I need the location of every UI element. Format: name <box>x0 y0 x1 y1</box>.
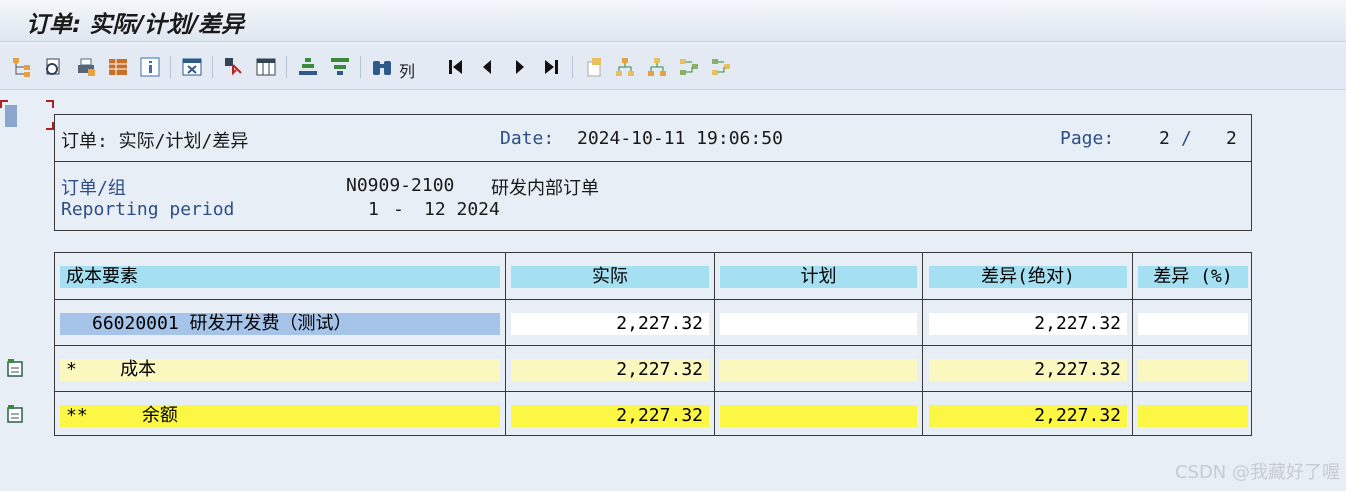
plan-cell[interactable] <box>720 313 917 335</box>
order-info: 订单/组 N0909-2100 研发内部订单 Reporting period … <box>54 161 1252 231</box>
period-dash: - <box>393 199 404 220</box>
col-header-variance-abs[interactable]: 差异(绝对) <box>929 266 1127 288</box>
cost-table: 成本要素 实际 计划 差异(绝对) 差异 (%) 66020001 研发开发费（… <box>54 252 1252 436</box>
page-separator: / <box>1181 128 1192 149</box>
sort-asc-icon[interactable] <box>296 55 320 79</box>
toolbar: 列 <box>0 44 1346 90</box>
cost-element-cell[interactable]: ** 余额 <box>60 405 500 427</box>
table-header-row: 成本要素 实际 计划 差异(绝对) 差异 (%) <box>55 253 1251 299</box>
last-page-icon[interactable] <box>539 55 563 79</box>
plan-cell[interactable] <box>720 359 917 381</box>
report-icon[interactable] <box>42 55 66 79</box>
variance-abs-cell[interactable]: 2,227.32 <box>929 405 1127 427</box>
binoculars-icon[interactable] <box>370 55 394 79</box>
toolbar-separator <box>360 56 361 78</box>
title-bar: 订单: 实际/计划/差异 <box>0 0 1346 42</box>
toolbar-separator <box>170 56 171 78</box>
toolbar-separator <box>212 56 213 78</box>
col-header-cost-element[interactable]: 成本要素 <box>60 266 500 288</box>
tree2-icon[interactable] <box>645 55 669 79</box>
col-header-plan[interactable]: 计划 <box>720 266 917 288</box>
table-row: 66020001 研发开发费（测试） 2,227.32 2,227.32 <box>55 299 1251 345</box>
date-label: Date: <box>500 128 555 149</box>
variance-abs-cell[interactable]: 2,227.32 <box>929 313 1127 335</box>
hierarchy-icon[interactable] <box>10 55 34 79</box>
variance-abs-cell[interactable]: 2,227.32 <box>929 359 1127 381</box>
window-title: 订单: 实际/计划/差异 <box>26 12 245 38</box>
prev-page-icon[interactable] <box>475 55 499 79</box>
tree3-icon[interactable] <box>677 55 701 79</box>
actual-cell[interactable]: 2,227.32 <box>511 405 709 427</box>
page-current: 2 <box>1159 128 1170 149</box>
subtotal-detail-icon[interactable] <box>5 358 25 378</box>
cost-element-cell[interactable]: 66020001 研发开发费（测试） <box>60 313 500 335</box>
total-detail-icon[interactable] <box>5 404 25 424</box>
actual-cell[interactable]: 2,227.32 <box>511 313 709 335</box>
order-description: 研发内部订单 <box>491 178 599 199</box>
next-page-icon[interactable] <box>508 55 532 79</box>
expand-icon[interactable] <box>582 55 606 79</box>
variance-pct-cell[interactable] <box>1138 405 1248 427</box>
variance-pct-cell[interactable] <box>1138 359 1248 381</box>
watermark: CSDN @我藏好了喔 <box>1174 462 1340 483</box>
tree4-icon[interactable] <box>709 55 733 79</box>
actual-cell[interactable]: 2,227.32 <box>511 359 709 381</box>
first-page-icon[interactable] <box>444 55 468 79</box>
toolbar-separator <box>572 56 573 78</box>
date-value: 2024-10-11 19:06:50 <box>577 128 783 149</box>
excel-icon[interactable] <box>180 55 204 79</box>
period-to: 12 2024 <box>424 199 500 220</box>
tree-icon[interactable] <box>613 55 637 79</box>
cost-element-cell[interactable]: * 成本 <box>60 359 500 381</box>
page-total: 2 <box>1226 128 1237 149</box>
print-icon[interactable] <box>74 55 98 79</box>
columns-icon[interactable] <box>254 55 278 79</box>
period-from: 1 <box>368 199 379 220</box>
report-header: 订单: 实际/计划/差异 Date: 2024-10-11 19:06:50 P… <box>54 114 1252 162</box>
select-icon[interactable] <box>222 55 246 79</box>
order-value: N0909-2100 <box>346 175 455 196</box>
variance-pct-cell[interactable] <box>1138 313 1248 335</box>
toolbar-separator <box>286 56 287 78</box>
report-title: 订单: 实际/计划/差异 <box>61 131 249 152</box>
col-header-actual[interactable]: 实际 <box>511 266 709 288</box>
plan-cell[interactable] <box>720 405 917 427</box>
selection-marker[interactable] <box>0 100 56 130</box>
layout-icon[interactable] <box>106 55 130 79</box>
table-row-subtotal: * 成本 2,227.32 2,227.32 <box>55 345 1251 391</box>
col-header-variance-pct[interactable]: 差异 (%) <box>1138 266 1248 288</box>
period-label: Reporting period <box>61 199 235 220</box>
order-label: 订单/组 <box>61 178 126 199</box>
filter-icon[interactable] <box>328 55 352 79</box>
info-icon[interactable] <box>138 55 162 79</box>
table-row-total: ** 余额 2,227.32 2,227.32 <box>55 391 1251 437</box>
columns-label[interactable]: 列 <box>399 58 415 82</box>
page-label: Page: <box>1060 128 1115 149</box>
